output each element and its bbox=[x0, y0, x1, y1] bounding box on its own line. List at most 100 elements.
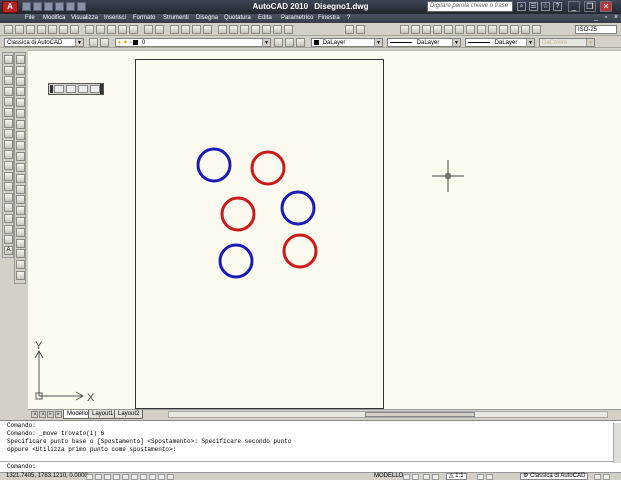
erase-icon[interactable] bbox=[16, 55, 25, 64]
tool-palettes-icon[interactable] bbox=[240, 25, 249, 34]
layer-state-icon[interactable] bbox=[296, 38, 305, 47]
doc-restore-icon[interactable]: ▫ bbox=[602, 14, 610, 22]
hatch-icon[interactable] bbox=[4, 203, 13, 213]
array-icon[interactable] bbox=[16, 98, 25, 108]
dimension-tool-icon[interactable] bbox=[477, 25, 486, 34]
layer-previous-icon[interactable] bbox=[285, 38, 294, 47]
design-center-icon[interactable] bbox=[229, 25, 238, 34]
communication-center-icon[interactable]: ☰ bbox=[529, 2, 538, 11]
dimension-tool-icon[interactable] bbox=[400, 25, 409, 34]
dimension-tool-icon[interactable] bbox=[510, 25, 519, 34]
text-style-icon[interactable] bbox=[345, 25, 354, 34]
rotate-icon[interactable] bbox=[16, 119, 25, 129]
lock-toolbar-icon[interactable] bbox=[594, 474, 601, 480]
polar-toggle-icon[interactable] bbox=[113, 474, 120, 480]
properties-tool-icon[interactable] bbox=[16, 260, 25, 270]
menu-quotatura[interactable]: Quotatura bbox=[224, 15, 251, 21]
clean-screen-icon[interactable] bbox=[603, 474, 610, 480]
ellipse-arc-icon[interactable] bbox=[4, 161, 13, 170]
favorites-icon[interactable]: ☆ bbox=[541, 2, 550, 11]
close-button[interactable]: ✕ bbox=[600, 1, 612, 12]
horizontal-scrollbar[interactable] bbox=[168, 411, 608, 418]
zoom-previous-icon[interactable] bbox=[203, 25, 212, 34]
menu-parametrico[interactable]: Parametrico bbox=[281, 15, 313, 21]
lineweight-select[interactable]: DaLayer ▼ bbox=[465, 38, 535, 47]
menu-modifica[interactable]: Modifica bbox=[43, 15, 65, 21]
help-icon[interactable]: ? bbox=[553, 2, 562, 11]
area-tool-icon[interactable] bbox=[16, 271, 25, 280]
drawing-circle[interactable] bbox=[196, 147, 232, 183]
drawing-area[interactable]: Y X bbox=[28, 50, 621, 409]
arc-icon[interactable] bbox=[4, 108, 13, 117]
quick-view-drawings-icon[interactable] bbox=[412, 474, 419, 480]
snap-toggle-icon[interactable] bbox=[86, 474, 93, 480]
copy-icon[interactable] bbox=[96, 25, 105, 34]
break-at-point-icon[interactable] bbox=[16, 173, 25, 183]
pan-icon[interactable] bbox=[423, 474, 430, 480]
dimension-tool-icon[interactable] bbox=[499, 25, 508, 34]
region-icon[interactable] bbox=[4, 224, 13, 234]
redo-icon[interactable] bbox=[155, 25, 164, 34]
menu-inserisci[interactable]: Inserisci bbox=[104, 15, 126, 21]
break-icon[interactable] bbox=[16, 184, 25, 194]
restore-button[interactable]: ❐ bbox=[584, 1, 596, 12]
dimension-tool-icon[interactable] bbox=[444, 25, 453, 34]
match-tool-icon[interactable] bbox=[16, 249, 25, 259]
dimension-tool-icon[interactable] bbox=[433, 25, 442, 34]
drawing-circle[interactable] bbox=[282, 233, 318, 269]
menu-edita[interactable]: Edita bbox=[258, 15, 272, 21]
properties-icon[interactable] bbox=[218, 25, 227, 34]
workspace-settings-icon[interactable] bbox=[89, 38, 98, 47]
polygon-icon[interactable] bbox=[4, 86, 13, 96]
workspace-switch[interactable]: ⚙ Classica di AutoCAD bbox=[520, 473, 589, 480]
otrack-toggle-icon[interactable] bbox=[131, 474, 138, 480]
ortho-toggle-icon[interactable] bbox=[104, 474, 111, 480]
move-icon[interactable] bbox=[16, 109, 25, 118]
linetype-select[interactable]: DaLayer ▼ bbox=[387, 38, 461, 47]
make-block-icon[interactable] bbox=[4, 182, 13, 192]
command-input[interactable] bbox=[0, 461, 613, 472]
dimension-tool-icon[interactable] bbox=[455, 25, 464, 34]
menu-finestra[interactable]: Finestra bbox=[318, 15, 340, 21]
layer-manager-icon[interactable] bbox=[100, 38, 109, 47]
polyline-icon[interactable] bbox=[4, 76, 13, 86]
menu-disegna[interactable]: Disegna bbox=[196, 15, 218, 21]
menu-visualizza[interactable]: Visualizza bbox=[71, 15, 98, 21]
dimension-tool-icon[interactable] bbox=[521, 25, 530, 34]
prev-tab-icon[interactable]: ◂ bbox=[39, 411, 46, 418]
trim-icon[interactable] bbox=[16, 152, 25, 162]
tab-layout1[interactable]: Layout1 bbox=[88, 410, 118, 419]
extend-icon[interactable] bbox=[16, 163, 25, 172]
undo-icon[interactable] bbox=[144, 25, 153, 34]
osnap-toggle-icon[interactable] bbox=[122, 474, 129, 480]
dimension-tool-icon[interactable] bbox=[411, 25, 420, 34]
markup-icon[interactable] bbox=[262, 25, 271, 34]
drawing-circle[interactable] bbox=[218, 243, 254, 279]
annotation-visibility-icon[interactable] bbox=[477, 474, 484, 480]
table-icon[interactable] bbox=[4, 235, 13, 245]
layer-select[interactable]: ♦ ✷ ▫ 0 ▼ bbox=[115, 38, 271, 47]
zoom-icon[interactable] bbox=[432, 474, 439, 480]
line-icon[interactable] bbox=[4, 55, 13, 64]
save-icon[interactable] bbox=[26, 25, 35, 34]
menu-strumenti[interactable]: Strumenti bbox=[163, 15, 189, 21]
lineweight-toggle-icon[interactable] bbox=[158, 474, 165, 480]
mirror-icon[interactable] bbox=[16, 76, 25, 86]
menu-formato[interactable]: Formato bbox=[133, 15, 155, 21]
cut-icon[interactable] bbox=[85, 25, 94, 34]
last-tab-icon[interactable]: ▸ bbox=[55, 411, 62, 418]
match-properties-icon[interactable] bbox=[118, 25, 127, 34]
paste-icon[interactable] bbox=[107, 25, 116, 34]
doc-minimize-icon[interactable]: _ bbox=[592, 14, 600, 22]
workspace-select[interactable]: Classica di AutoCAD ▼ bbox=[4, 38, 84, 47]
zoom-realtime-icon[interactable] bbox=[181, 25, 190, 34]
model-space-button[interactable]: MODELLO bbox=[374, 473, 403, 480]
minimize-button[interactable]: _ bbox=[568, 1, 580, 12]
menu-file[interactable]: File bbox=[25, 15, 35, 21]
explode-icon[interactable] bbox=[16, 227, 25, 237]
join-icon[interactable] bbox=[16, 195, 25, 205]
annotation-scale-select[interactable]: ◬ 1:1 bbox=[446, 473, 467, 480]
search-input[interactable]: Digitare parola chiave o frase bbox=[427, 1, 513, 12]
sheet-set-icon[interactable] bbox=[251, 25, 260, 34]
pan-icon[interactable] bbox=[170, 25, 179, 34]
